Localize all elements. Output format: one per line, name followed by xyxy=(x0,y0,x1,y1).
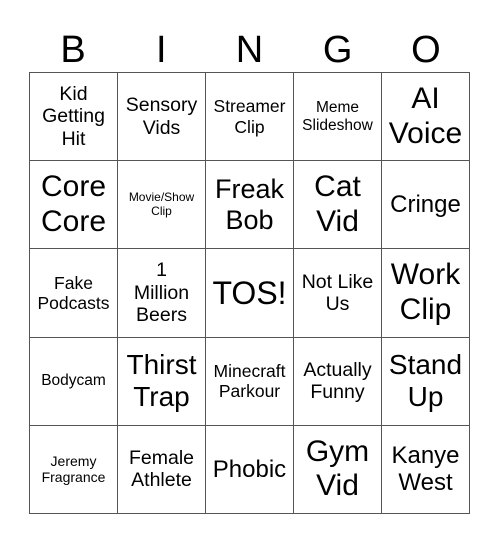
cell-label: Stand Up xyxy=(388,349,463,413)
bingo-cell[interactable]: Phobic xyxy=(206,425,294,514)
cell-label: Jeremy Fragrance xyxy=(41,453,106,486)
bingo-cell[interactable]: Streamer Clip xyxy=(206,73,294,162)
bingo-cell[interactable]: Meme Slideshow xyxy=(294,73,382,162)
bingo-cell[interactable]: Minecraft Parkour xyxy=(206,337,294,426)
cell-label: Not Like Us xyxy=(301,270,374,315)
cell-label: Gym Vid xyxy=(305,434,370,503)
header-letter-n: N xyxy=(235,29,264,71)
bingo-cell[interactable]: AI Voice xyxy=(382,73,470,162)
bingo-cell[interactable]: Gym Vid xyxy=(294,425,382,514)
bingo-cell[interactable]: Core Core xyxy=(30,161,118,250)
header-letter-g: G xyxy=(322,29,353,71)
bingo-cell[interactable]: Cat Vid xyxy=(294,161,382,250)
cell-label: Movie/Show Clip xyxy=(128,189,195,218)
bingo-cell[interactable]: Cringe xyxy=(382,161,470,250)
cell-label: Streamer Clip xyxy=(213,96,286,137)
bingo-header: B I N G O xyxy=(29,28,470,72)
cell-label: Kanye West xyxy=(391,441,460,497)
bingo-cell[interactable]: Freak Bob xyxy=(206,161,294,250)
cell-label: AI Voice xyxy=(388,82,463,150)
cell-label: Work Clip xyxy=(390,258,461,326)
cell-label: Cat Vid xyxy=(314,170,361,238)
bingo-cell[interactable]: Jeremy Fragrance xyxy=(30,425,118,514)
bingo-cell[interactable]: Movie/Show Clip xyxy=(118,161,206,250)
bingo-cell[interactable]: Kid Getting Hit xyxy=(30,73,118,162)
bingo-cell[interactable]: Stand Up xyxy=(382,337,470,426)
bingo-cell[interactable]: Not Like Us xyxy=(294,249,382,338)
cell-label: Bodycam xyxy=(41,372,106,390)
cell-label: Core Core xyxy=(40,170,107,238)
cell-label: TOS! xyxy=(212,274,287,311)
bingo-cell[interactable]: Actually Funny xyxy=(294,337,382,426)
cell-label: Fake Podcasts xyxy=(37,272,110,313)
bingo-cell[interactable]: Bodycam xyxy=(30,337,118,426)
bingo-cell[interactable]: TOS! xyxy=(206,249,294,338)
header-letter-o: O xyxy=(411,29,441,71)
cell-label: Freak Bob xyxy=(214,173,285,235)
cell-label: Minecraft Parkour xyxy=(213,361,286,402)
cell-label: Thirst Trap xyxy=(126,349,197,413)
bingo-cell[interactable]: Sensory Vids xyxy=(118,73,206,162)
cell-label: Actually Funny xyxy=(303,358,372,404)
bingo-cell[interactable]: 1 Million Beers xyxy=(118,249,206,338)
cell-label: Meme Slideshow xyxy=(302,98,373,134)
cell-label: 1 Million Beers xyxy=(133,259,190,327)
cell-label: Kid Getting Hit xyxy=(42,82,105,150)
header-letter-b: B xyxy=(60,29,86,71)
cell-label: Female Athlete xyxy=(128,446,195,492)
cell-label: Phobic xyxy=(212,455,287,483)
header-letter-i: I xyxy=(156,29,167,71)
bingo-cell[interactable]: Female Athlete xyxy=(118,425,206,514)
bingo-cell[interactable]: Thirst Trap xyxy=(118,337,206,426)
bingo-card: Kid Getting Hit Sensory Vids Streamer Cl… xyxy=(29,72,470,514)
bingo-cell[interactable]: Work Clip xyxy=(382,249,470,338)
cell-label: Sensory Vids xyxy=(125,94,198,139)
bingo-cell[interactable]: Kanye West xyxy=(382,425,470,514)
bingo-cell[interactable]: Fake Podcasts xyxy=(30,249,118,338)
cell-label: Cringe xyxy=(390,190,461,218)
